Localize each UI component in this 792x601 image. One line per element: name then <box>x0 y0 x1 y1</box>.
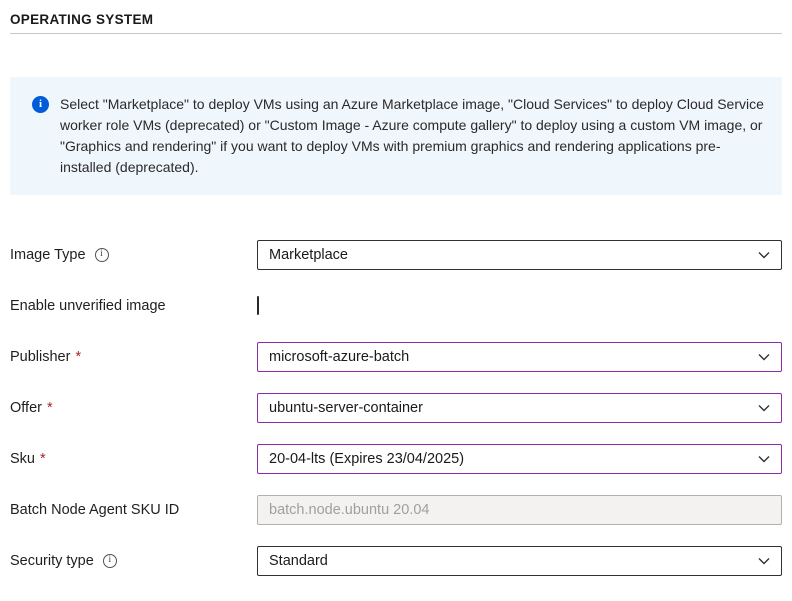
enable-unverified-image-label-cell: Enable unverified image <box>10 298 257 314</box>
batch-node-agent-sku-id-label: Batch Node Agent SKU ID <box>10 502 179 518</box>
sku-value: 20-04-lts (Expires 23/04/2025) <box>269 451 464 467</box>
info-tooltip-icon[interactable]: i <box>103 554 117 568</box>
image-type-select[interactable]: Marketplace <box>257 240 782 270</box>
image-type-value: Marketplace <box>269 247 348 263</box>
offer-select[interactable]: ubuntu-server-container <box>257 393 782 423</box>
security-type-label: Security type <box>10 553 94 569</box>
security-type-value: Standard <box>269 553 328 569</box>
batch-node-agent-sku-id-value: batch.node.ubuntu 20.04 <box>269 502 429 518</box>
sku-label-cell: Sku * <box>10 451 257 467</box>
chevron-down-icon <box>756 247 772 263</box>
sku-select[interactable]: 20-04-lts (Expires 23/04/2025) <box>257 444 782 474</box>
image-type-label: Image Type <box>10 247 86 263</box>
info-tooltip-icon[interactable]: i <box>95 248 109 262</box>
publisher-select[interactable]: microsoft-azure-batch <box>257 342 782 372</box>
field-row-batch-node-agent-sku-id: Batch Node Agent SKU ID batch.node.ubunt… <box>10 495 782 525</box>
required-asterisk: * <box>40 451 46 467</box>
security-type-select[interactable]: Standard <box>257 546 782 576</box>
image-type-label-cell: Image Type i <box>10 247 257 263</box>
section-title: OPERATING SYSTEM <box>10 12 782 34</box>
chevron-down-icon <box>756 400 772 416</box>
required-asterisk: * <box>75 349 81 365</box>
batch-node-agent-sku-id-label-cell: Batch Node Agent SKU ID <box>10 502 257 518</box>
sku-label: Sku <box>10 451 35 467</box>
info-icon: i <box>32 96 49 113</box>
required-asterisk: * <box>47 400 53 416</box>
offer-label-cell: Offer * <box>10 400 257 416</box>
offer-label: Offer <box>10 400 42 416</box>
publisher-label: Publisher <box>10 349 70 365</box>
chevron-down-icon <box>756 451 772 467</box>
chevron-down-icon <box>756 349 772 365</box>
field-row-image-type: Image Type i Marketplace <box>10 240 782 270</box>
offer-value: ubuntu-server-container <box>269 400 423 416</box>
batch-node-agent-sku-id-input: batch.node.ubuntu 20.04 <box>257 495 782 525</box>
security-type-label-cell: Security type i <box>10 553 257 569</box>
info-banner-text: Select "Marketplace" to deploy VMs using… <box>60 94 764 178</box>
publisher-label-cell: Publisher * <box>10 349 257 365</box>
form: Image Type i Marketplace Enable unverifi… <box>0 240 792 576</box>
field-row-offer: Offer * ubuntu-server-container <box>10 393 782 423</box>
field-row-security-type: Security type i Standard <box>10 546 782 576</box>
info-banner: i Select "Marketplace" to deploy VMs usi… <box>10 77 782 195</box>
operating-system-form: OPERATING SYSTEM i Select "Marketplace" … <box>0 12 792 601</box>
chevron-down-icon <box>756 553 772 569</box>
field-row-sku: Sku * 20-04-lts (Expires 23/04/2025) <box>10 444 782 474</box>
enable-unverified-image-checkbox[interactable] <box>257 296 259 315</box>
publisher-value: microsoft-azure-batch <box>269 349 409 365</box>
field-row-enable-unverified-image: Enable unverified image <box>10 291 782 321</box>
enable-unverified-image-label: Enable unverified image <box>10 298 166 314</box>
field-row-publisher: Publisher * microsoft-azure-batch <box>10 342 782 372</box>
